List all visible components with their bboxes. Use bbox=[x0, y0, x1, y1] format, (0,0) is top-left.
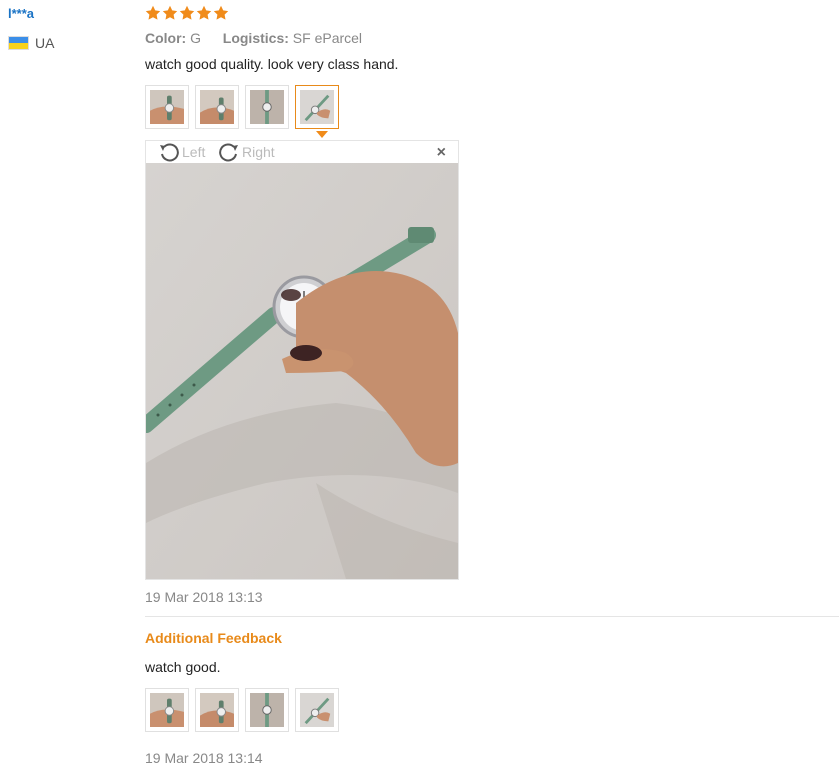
additional-feedback-heading: Additional Feedback bbox=[145, 630, 282, 646]
enlarged-review-photo bbox=[146, 163, 458, 579]
star-icon bbox=[196, 5, 212, 21]
logistics-value: SF eParcel bbox=[292, 30, 363, 46]
ua-flag-icon bbox=[8, 36, 29, 50]
photo-thumbnail[interactable] bbox=[195, 85, 239, 129]
star-icon bbox=[179, 5, 195, 21]
wrist-photo-icon bbox=[150, 693, 184, 727]
watch-in-hand-image bbox=[146, 163, 458, 579]
feedback-divider bbox=[145, 616, 839, 617]
viewer-toolbar: Left Right × bbox=[146, 141, 458, 163]
reviewer-name[interactable]: l***a bbox=[8, 6, 34, 21]
watch-photo-icon bbox=[250, 693, 284, 727]
photo-thumbnail-selected[interactable] bbox=[295, 85, 339, 129]
review-date: 19 Mar 2018 13:13 bbox=[145, 589, 263, 605]
wrist-photo-icon bbox=[200, 90, 234, 124]
hand-watch-photo-icon bbox=[300, 90, 334, 124]
order-info: Color: G Logistics: SF eParcel bbox=[145, 30, 362, 46]
star-icon bbox=[162, 5, 178, 21]
additional-thumbnails bbox=[145, 688, 339, 732]
star-icon bbox=[213, 5, 229, 21]
photo-thumbnail[interactable] bbox=[245, 688, 289, 732]
rotate-right-button[interactable]: Right bbox=[218, 142, 275, 162]
wrist-photo-icon bbox=[150, 90, 184, 124]
star-icon bbox=[145, 5, 161, 21]
rotate-right-icon bbox=[219, 143, 238, 162]
photo-thumbnail[interactable] bbox=[195, 688, 239, 732]
selected-thumbnail-pointer bbox=[316, 131, 328, 138]
color-value: G bbox=[190, 30, 201, 46]
wrist-photo-icon bbox=[200, 693, 234, 727]
rotate-right-label: Right bbox=[242, 144, 275, 160]
hand-watch-photo-icon bbox=[300, 693, 334, 727]
photo-thumbnail[interactable] bbox=[145, 85, 189, 129]
photo-thumbnail[interactable] bbox=[245, 85, 289, 129]
reviewer-country: UA bbox=[8, 35, 54, 51]
rotate-left-icon bbox=[160, 143, 179, 162]
country-code: UA bbox=[35, 35, 55, 51]
color-label: Color: bbox=[145, 30, 187, 46]
rotate-left-label: Left bbox=[182, 144, 206, 160]
additional-feedback-date: 19 Mar 2018 13:14 bbox=[145, 750, 263, 766]
review-thumbnails bbox=[145, 85, 339, 129]
close-icon[interactable]: × bbox=[437, 145, 446, 161]
additional-feedback-text: watch good. bbox=[145, 659, 221, 675]
logistics-label: Logistics: bbox=[222, 30, 289, 46]
rating-stars bbox=[145, 5, 229, 21]
image-viewer: Left Right × bbox=[145, 140, 459, 580]
photo-thumbnail[interactable] bbox=[295, 688, 339, 732]
review-text: watch good quality. look very class hand… bbox=[145, 56, 399, 72]
photo-thumbnail[interactable] bbox=[145, 688, 189, 732]
rotate-left-button[interactable]: Left bbox=[158, 142, 205, 162]
watch-photo-icon bbox=[250, 90, 284, 124]
